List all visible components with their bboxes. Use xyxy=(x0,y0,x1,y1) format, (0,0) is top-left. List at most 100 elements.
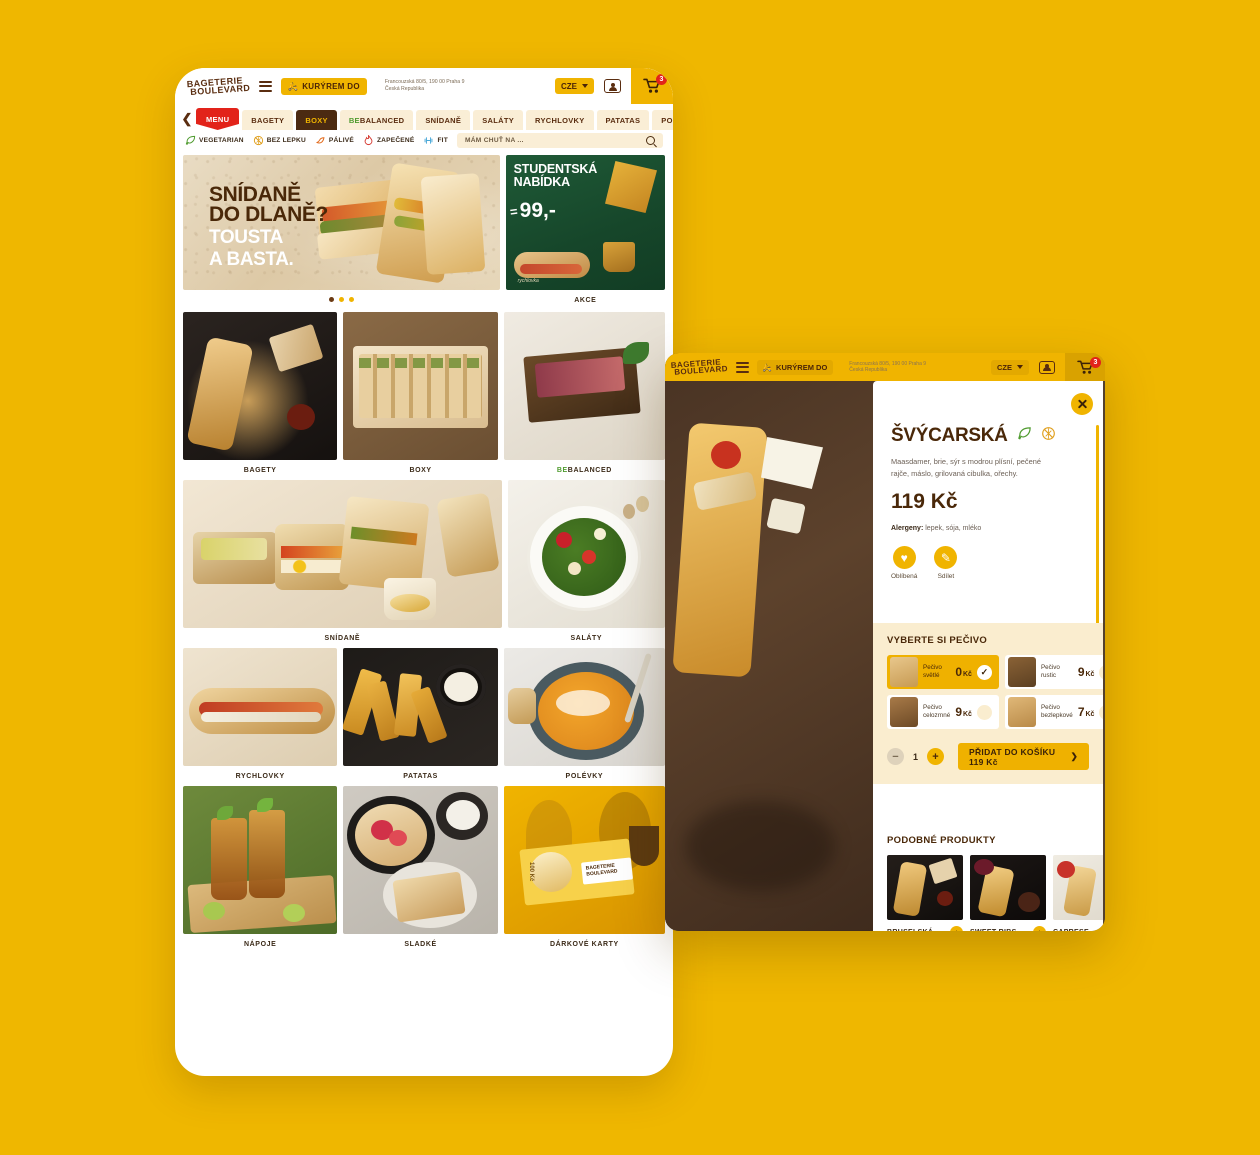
nav-tab-rychlovky[interactable]: RYCHLOVKY xyxy=(526,110,594,130)
category-card-patatas[interactable]: PATATAS xyxy=(343,648,498,784)
tablet-cart-button[interactable]: 3 xyxy=(1065,353,1105,381)
category-card-salaty[interactable]: SALÁTY xyxy=(507,480,665,646)
close-icon[interactable] xyxy=(1071,393,1093,415)
user-icon[interactable] xyxy=(604,79,621,93)
category-card-bebalanced[interactable]: BEBALANCED xyxy=(503,312,665,478)
similar-product-name: SWEET RIBS xyxy=(970,929,1017,931)
tablet-user-icon[interactable] xyxy=(1039,360,1055,374)
tablet-device: BAGETERIE BOULEVARD 🛵 KURÝREM DO Francou… xyxy=(665,353,1105,931)
category-card-polevky[interactable]: POLÉVKY xyxy=(503,648,665,784)
bread-option-celozrnne[interactable]: Pečivo celozrnné 9Kč xyxy=(887,695,999,729)
filter-fit[interactable]: FIT xyxy=(423,135,448,146)
category-card-boxy[interactable]: BOXY xyxy=(343,312,498,478)
modal-scrollbar[interactable] xyxy=(1096,425,1099,645)
filter-vegetarian[interactable]: VEGETARIAN xyxy=(185,135,244,146)
hamburger-icon[interactable] xyxy=(258,80,272,92)
filter-zapecene[interactable]: ZAPEČENÉ xyxy=(363,135,415,146)
search-input[interactable]: MÁM CHUŤ NA ... xyxy=(456,133,663,148)
promo-card[interactable]: STUDENTSKÁ NABÍDKA = 99,- rychlovka AKCE xyxy=(505,155,665,308)
bread-option-svetle[interactable]: Pečivo světlé 0Kč ✓ xyxy=(887,655,999,689)
quantity-increase-button[interactable]: + xyxy=(927,748,945,765)
bread-thumbnail xyxy=(1007,697,1036,727)
hero-banner-image[interactable]: SNÍDANĚ DO DLANĚ? TOUSTA A BASTA. xyxy=(183,155,500,290)
category-label: BAGETY xyxy=(243,467,277,474)
bread-radio[interactable] xyxy=(1099,704,1103,720)
product-hero-photo xyxy=(665,381,875,931)
language-selector[interactable]: CZE xyxy=(555,78,594,94)
carousel-dot-3[interactable] xyxy=(348,297,354,302)
tablet-delivery-button[interactable]: 🛵 KURÝREM DO xyxy=(756,359,834,375)
tablet-brand-logo[interactable]: BAGETERIE BOULEVARD xyxy=(671,357,729,376)
tablet-hamburger-icon[interactable] xyxy=(735,361,749,373)
carousel-dot-1[interactable] xyxy=(328,297,334,302)
nav-tab-snidane[interactable]: SNÍDANĚ xyxy=(416,110,471,130)
category-image xyxy=(507,480,665,628)
filter-bez-lepku[interactable]: BEZ LEPKU xyxy=(253,135,306,146)
bread-option-rustic[interactable]: Pečivo rustic 9Kč xyxy=(1004,655,1103,689)
category-card-snidane[interactable]: SNÍDANĚ xyxy=(183,480,502,646)
category-card-darkove-karty[interactable]: BAGETERIE BOULEVARD 100 Kč DÁRKOVÉ KARTY xyxy=(503,786,665,952)
category-image xyxy=(183,648,338,766)
modal-footer: − 1 + PŘIDAT DO KOŠÍKU 119 Kč ❯ xyxy=(887,743,1089,770)
promo-price: 99,- xyxy=(519,199,556,222)
carousel-dot-2[interactable] xyxy=(338,297,344,302)
bread-price-value: 9 xyxy=(1077,665,1085,679)
nav-tab-patatas[interactable]: PATATAS xyxy=(596,110,650,130)
wheat-crossed-icon xyxy=(253,135,264,146)
nav-tab-bebalanced[interactable]: BE BALANCED xyxy=(339,110,414,130)
similar-product-sweet-ribs[interactable]: SWEET RIBS + xyxy=(970,855,1046,931)
bread-price: 7Kč xyxy=(1078,705,1095,719)
category-card-sladke[interactable]: SLADKÉ xyxy=(343,786,498,952)
cart-button[interactable]: 3 xyxy=(631,68,673,104)
promo-title-2: NABÍDKA xyxy=(513,175,570,189)
nav-tab-boxy[interactable]: BOXY xyxy=(296,110,337,130)
nav-tab-menu[interactable]: MENU xyxy=(196,108,240,130)
hero-section: SNÍDANĚ DO DLANĚ? TOUSTA A BASTA. STUDEN… xyxy=(175,151,673,308)
category-label: BOXY xyxy=(409,467,432,474)
similar-product-image xyxy=(970,855,1046,920)
header-left-group: BAGETERIE BOULEVARD 🛵 KURÝREM DO Francou… xyxy=(175,75,465,97)
nav-prev-icon[interactable]: ❮ xyxy=(181,108,193,130)
bread-currency: Kč xyxy=(1085,711,1095,718)
bread-radio[interactable] xyxy=(976,704,992,720)
promo-drink xyxy=(603,242,635,272)
add-to-cart-button[interactable]: PŘIDAT DO KOŠÍKU 119 Kč ❯ xyxy=(958,743,1089,770)
tablet-delivery-address[interactable]: Francouzská 80/5, 190 00 Praha 9 Česká R… xyxy=(849,361,926,374)
filter-palive[interactable]: PÁLIVÉ xyxy=(315,135,354,146)
delivery-address[interactable]: Francouzská 80/5, 190 00 Praha 9 Česká R… xyxy=(385,79,465,93)
quantity-decrease-button[interactable]: − xyxy=(887,748,904,765)
similar-product-bruselska[interactable]: BRUSELSKÁ + xyxy=(887,855,963,931)
add-product-button[interactable]: + xyxy=(950,926,963,931)
delivery-button[interactable]: 🛵 KURÝREM DO xyxy=(280,77,367,95)
filter-label: FIT xyxy=(437,137,448,144)
favorite-button[interactable]: ♥ Oblíbená xyxy=(891,546,917,580)
brand-logo[interactable]: BAGETERIE BOULEVARD xyxy=(186,75,250,97)
promo-fries xyxy=(605,161,657,213)
category-card-bagety[interactable]: BAGETY xyxy=(183,312,338,478)
nav-tab-salaty[interactable]: SALÁTY xyxy=(473,110,524,130)
category-card-napoje[interactable]: NÁPOJE xyxy=(183,786,338,952)
add-product-button[interactable]: + xyxy=(1033,926,1046,931)
phone-header: BAGETERIE BOULEVARD 🛵 KURÝREM DO Francou… xyxy=(175,68,673,104)
bread-radio-checked[interactable]: ✓ xyxy=(976,664,992,680)
category-image xyxy=(503,648,665,766)
tablet-language-selector[interactable]: CZE xyxy=(991,359,1029,375)
tablet-header-left: BAGETERIE BOULEVARD 🛵 KURÝREM DO Francou… xyxy=(665,357,927,376)
address-line-1: Francouzská 80/5, 190 00 Praha 9 xyxy=(384,79,465,85)
nav-tab-bagety[interactable]: BAGETY xyxy=(242,110,294,130)
share-button[interactable]: ✎ Sdílet xyxy=(934,546,958,580)
similar-product-caprese[interactable]: CAPRESE + xyxy=(1053,855,1103,931)
favorite-label: Oblíbená xyxy=(891,573,918,580)
category-card-rychlovky[interactable]: RYCHLOVKY xyxy=(183,648,338,784)
hero-sandwich-photo xyxy=(312,161,490,286)
bread-currency: Kč xyxy=(963,671,972,678)
be-prefix: BE xyxy=(348,115,360,125)
bread-option-bezlepkove[interactable]: Pečivo bezlepkové 7Kč xyxy=(1004,695,1103,729)
flame-icon xyxy=(363,135,374,146)
hero-headline: SNÍDANĚ DO DLANĚ? TOUSTA A BASTA. xyxy=(209,184,328,269)
tablet-screen: BAGETERIE BOULEVARD 🛵 KURÝREM DO Francou… xyxy=(665,353,1105,931)
category-label: SLADKÉ xyxy=(404,941,437,948)
hero-carousel[interactable]: SNÍDANĚ DO DLANĚ? TOUSTA A BASTA. xyxy=(183,155,500,308)
bread-radio[interactable] xyxy=(1099,664,1103,680)
nav-tab-polevky[interactable]: POLÉVKY xyxy=(652,110,673,130)
